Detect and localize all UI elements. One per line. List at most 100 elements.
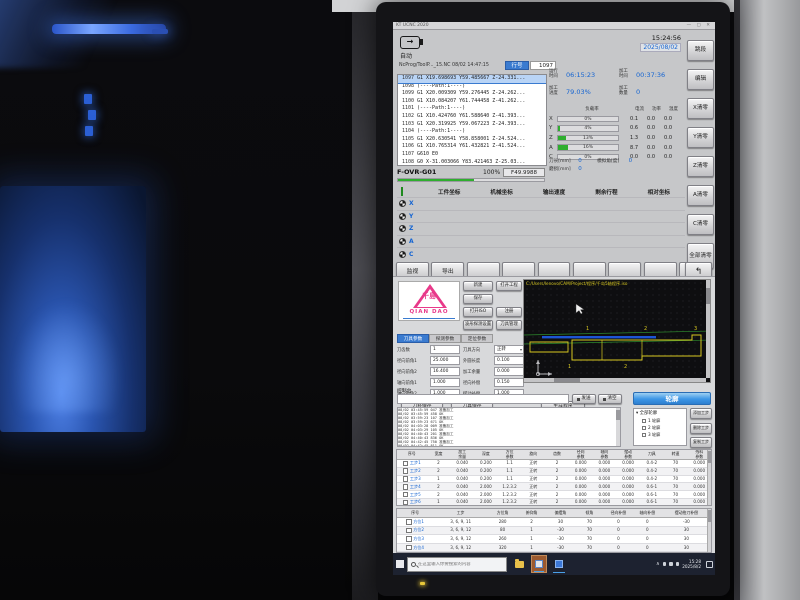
tab-probe-params[interactable]: 探测参数 [429, 334, 461, 343]
contour-tree-item[interactable]: 3 轮廓 [642, 431, 686, 438]
orientation-row[interactable]: 方位43, 6, 9, 123201-30700030 [397, 544, 711, 553]
log-scrollbar[interactable] [616, 408, 620, 446]
gcode-line[interactable]: 1108 G0 X-31.003066 Y83.421463 Z-25.03..… [398, 159, 546, 166]
coordinate-row: A [397, 235, 685, 248]
register-button[interactable]: 注册 [496, 307, 522, 317]
gcode-line[interactable]: 1100 G1 X10.084207 Y61.744458 Z-41.262..… [398, 98, 546, 106]
gcode-line[interactable]: 1098 (----Path:1----) [398, 83, 546, 91]
cell: 0.000 [593, 476, 617, 482]
gcode-line[interactable]: 1106 G1 X10.765314 Y61.432821 Z-41.524..… [398, 143, 546, 151]
work-step-row[interactable]: 工步520.0402.0001.2.3.2正转20.0000.0000.0000… [397, 491, 711, 499]
field-input[interactable]: 0.000 [494, 367, 524, 376]
tray-network-icon[interactable] [663, 562, 667, 566]
svg-text:2: 2 [624, 364, 627, 370]
tab-tool-params[interactable]: 刀具参数 [397, 334, 429, 343]
send-button[interactable]: 发送 [572, 394, 596, 404]
feed-rate-value[interactable]: F49.9988 [503, 168, 545, 177]
orientation-table[interactable]: 序号工步方位角俯仰角偏摆角倾角径向补偿轴向补偿摆动抬刀补偿 方位13, 6, 9… [396, 508, 712, 553]
cell: -30 [546, 527, 575, 533]
start-button[interactable] [393, 553, 407, 575]
console-input[interactable] [397, 394, 569, 404]
open-project-button[interactable]: 打开工程 [496, 281, 522, 291]
tray-volume-icon[interactable] [669, 562, 673, 566]
field-input[interactable]: 0.100 [494, 356, 524, 365]
field-input[interactable]: 0.150 [494, 378, 524, 387]
viewport-horizontal-scrollbar[interactable] [524, 378, 706, 382]
feed-progress-bar[interactable] [397, 178, 545, 182]
tool-manager-button[interactable]: 刀具管理 [496, 320, 522, 330]
cell: 方位3 [397, 536, 433, 542]
contour-header-button[interactable]: 轮廓 [633, 392, 711, 405]
copy-step-button[interactable]: 复制工步 [690, 437, 712, 448]
tray-chevron-icon[interactable]: ∧ [656, 561, 660, 567]
checkbox-icon[interactable] [642, 426, 646, 430]
toolpath-viewport[interactable]: C:/Users/lenovo/CAM/Project/程序/千岛5轴程序.is… [523, 279, 711, 383]
side-button[interactable]: X清零 [687, 98, 714, 119]
gcode-line[interactable]: 1099 G1 X20.009309 Y59.276445 Z-24.262..… [398, 90, 546, 98]
table-scrollbar[interactable] [707, 509, 711, 552]
cell: 2 [545, 499, 569, 505]
table-scrollbar[interactable] [707, 450, 711, 505]
file-explorer-button[interactable] [511, 555, 527, 573]
checkbox-icon[interactable] [642, 419, 646, 423]
gcode-line[interactable]: 1105 G1 X20.630541 Y58.858001 Z-24.524..… [398, 136, 546, 144]
work-step-table[interactable]: 序号宽度加工 余量深度方位 参数旋向齿数径向 参数轴向 参数摆动 参数刀具转速残… [396, 449, 712, 506]
new-button[interactable]: 新建 [463, 281, 493, 291]
machining-time-label: 加工 时间 [619, 70, 633, 80]
tab-position-params[interactable]: 定位参数 [461, 334, 493, 343]
gcode-line[interactable]: 1103 G1 X20.319925 Y59.067223 Z-24.393..… [398, 121, 546, 129]
save-button[interactable]: 保存 [463, 294, 493, 304]
work-step-row[interactable]: 工步610.0402.0001.2.3.2正转20.0000.0000.0000… [397, 499, 711, 506]
gcode-line[interactable]: 1107 G610 E0 [398, 151, 546, 159]
contour-tree-item[interactable]: 2 轮廓 [642, 424, 686, 431]
field-input[interactable]: 25.000 [430, 356, 460, 365]
gcode-line[interactable]: 1102 G1 X10.424760 Y61.588640 Z-41.393..… [398, 113, 546, 121]
gcode-line-number: 1099 [398, 90, 417, 98]
tray-language-icon[interactable] [676, 562, 680, 566]
delete-step-button[interactable]: 删除工步 [690, 423, 712, 434]
gcode-program-list[interactable]: 1097 G1 X19.698693 Y59.485667 Z-24.331..… [397, 74, 547, 166]
field-input[interactable]: 16.400 [430, 367, 460, 376]
open-app-button[interactable] [551, 555, 567, 573]
work-step-row[interactable]: 工步220.0400.2001.1正转20.0000.0000.0000.4-2… [397, 468, 711, 476]
side-button[interactable]: C清零 [687, 214, 714, 235]
open-iso-button[interactable]: 打开ISO [463, 307, 493, 317]
active-app-button[interactable] [531, 555, 547, 573]
gcode-line[interactable]: 1104 (----Path:1----) [398, 128, 546, 136]
side-button[interactable]: 跳段 [687, 40, 714, 61]
gcode-line[interactable]: 1101 (----Path:1----) [398, 105, 546, 113]
svg-text:1: 1 [586, 326, 589, 332]
orientation-row[interactable]: 方位23, 6, 9, 12801-30700030 [397, 527, 711, 536]
contour-tree-root[interactable]: ▾ 全部轮廓 [636, 410, 686, 417]
side-button[interactable]: Y清零 [687, 127, 714, 148]
orientation-row[interactable]: 方位13, 6, 9, 112802307000-30 [397, 518, 711, 527]
side-button[interactable]: 编辑 [687, 69, 714, 90]
field-input[interactable]: 正转 [494, 345, 524, 354]
line-number-label[interactable]: 行号 [505, 61, 529, 70]
field-input[interactable]: 1.000 [430, 378, 460, 387]
search-input[interactable] [418, 562, 504, 567]
side-button[interactable]: A清零 [687, 185, 714, 206]
probe-setup-button[interactable]: 波形探测设置 [463, 320, 493, 330]
work-step-row[interactable]: 工步310.0400.2001.1正转20.0000.0000.0000.4-2… [397, 476, 711, 484]
axis-load-panel: 负载率 电流 功率 温度 X 0% 0.1 0.0 [549, 106, 685, 162]
cell: 0.000 [569, 476, 593, 482]
tray-clock[interactable]: 15:28 2025/8/2 [682, 559, 701, 570]
notification-icon[interactable] [706, 561, 713, 568]
add-step-button[interactable]: 添加工步 [690, 408, 712, 419]
checkbox-icon[interactable] [642, 433, 646, 437]
field-input[interactable]: 1 [430, 345, 460, 354]
side-button[interactable]: Z清零 [687, 156, 714, 177]
cell: 0.000 [569, 499, 593, 505]
clear-button[interactable]: 清空 [598, 394, 622, 404]
viewport-vertical-scrollbar[interactable] [706, 280, 710, 378]
taskbar-search[interactable] [407, 557, 507, 572]
orientation-row[interactable]: 方位33, 6, 9, 122601-30700030 [397, 535, 711, 544]
contour-tree[interactable]: ▾ 全部轮廓 1 轮廓 2 轮廓 [633, 408, 687, 446]
work-step-row[interactable]: 工步120.0400.2001.1正转20.0000.0000.0000.4-2… [397, 460, 711, 468]
window-controls[interactable]: — ▢ ✕ [687, 23, 712, 28]
contour-tree-item[interactable]: 1 轮廓 [642, 417, 686, 424]
gcode-line[interactable]: 1097 G1 X19.698693 Y59.485667 Z-24.331..… [398, 75, 546, 83]
work-step-row[interactable]: 工步420.0402.0001.2.3.2正转20.0000.0000.0000… [397, 483, 711, 491]
console-log-list[interactable]: 08/02 03:45:59 047 准备加工 08/02 03:45:59 4… [397, 407, 621, 447]
